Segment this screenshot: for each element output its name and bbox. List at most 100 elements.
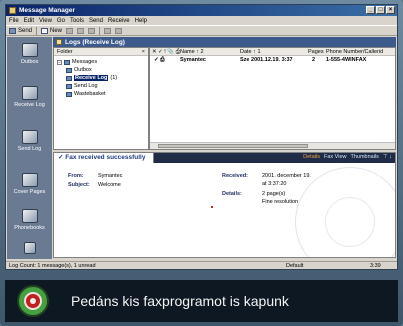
outlook-item-label: Cover Pages [13, 189, 46, 195]
subject-value: Welcome [98, 182, 121, 188]
caption-banner: Pedáns kis faxprogramot is kapunk [5, 280, 398, 322]
logs-header: Logs (Receive Log) [53, 37, 396, 47]
menu-tools[interactable]: Tools [70, 18, 84, 24]
outlook-item-phonebooks[interactable]: Phonebooks [7, 209, 52, 231]
details-label: Details: [222, 191, 242, 197]
folder-tree: − Messages Outbox Receive Log (1) Send L… [54, 56, 148, 98]
outlook-more-button[interactable] [7, 242, 52, 256]
from-label: From: [68, 173, 84, 179]
tree-item-label: Send Log [74, 83, 98, 89]
tree-item-label: Outbox [74, 67, 92, 73]
menu-file[interactable]: File [9, 18, 19, 24]
fax-icon: ✓ ⎙ [154, 57, 165, 63]
receive-log-folder-icon [66, 75, 72, 81]
watermark-circle [325, 197, 375, 247]
new-button[interactable]: New [41, 27, 63, 34]
marker-dot [211, 206, 213, 208]
details-resolution: Fine resolution [262, 199, 299, 205]
preview-title: ✓ Fax received successfully [54, 153, 155, 163]
tab-thumbnails[interactable]: Thumbnails [350, 154, 378, 160]
minimize-button[interactable]: _ [366, 6, 375, 14]
collapse-icon[interactable]: − [57, 59, 62, 65]
send-button-label: Send [18, 27, 33, 34]
unread-count: (1) [110, 75, 118, 81]
send-icon [9, 27, 16, 34]
tree-item-messages[interactable]: − Messages [57, 58, 148, 66]
scrollbar-thumb[interactable] [158, 144, 308, 148]
row-pages: 2 [312, 57, 316, 63]
tree-item-label: Messages [72, 59, 98, 65]
phonebooks-icon [21, 209, 38, 223]
menu-help[interactable]: Help [135, 18, 147, 24]
close-button[interactable]: × [386, 6, 395, 14]
folder-pane-header: Folder × [54, 48, 148, 56]
status-count: Log Count: 1 message(s), 1 unread [9, 263, 96, 269]
forward-icon[interactable] [77, 27, 85, 34]
received-label: Received: [222, 173, 248, 179]
properties-icon[interactable] [104, 27, 112, 34]
menu-receive[interactable]: Receive [108, 18, 130, 24]
delete-icon[interactable] [88, 27, 96, 34]
outlook-item-label: Receive Log [14, 102, 45, 108]
receive-log-icon [21, 86, 38, 100]
list-header: ✕ ✓ ! 📎 ⎙ Name ↑ 2 Date ↑ 1 Pages Phone … [150, 48, 395, 56]
help-icon[interactable] [115, 27, 123, 34]
tab-details[interactable]: Details [303, 154, 320, 160]
table-row[interactable]: ✓ ⎙ Symantec Sze 2001.12.19. 3:37 2 1-55… [150, 56, 395, 65]
app-window: Message Manager _ □ × File Edit View Go … [5, 4, 398, 270]
outlook-item-send-log[interactable]: Send Log [7, 130, 52, 152]
details-pages: 2 page(s) [262, 191, 286, 197]
send-log-icon [21, 130, 38, 144]
new-button-label: New [50, 27, 63, 34]
outlook-item-outbox[interactable]: Outbox [7, 43, 52, 65]
new-icon [41, 27, 49, 34]
tree-item-outbox[interactable]: Outbox [57, 66, 148, 74]
outlook-item-receive-log[interactable]: Receive Log [7, 86, 52, 108]
column-pages[interactable]: Pages [308, 49, 324, 55]
preview-title-text: Fax received successfully [65, 154, 146, 161]
outbox-folder-icon [66, 67, 72, 73]
menu-send[interactable]: Send [89, 18, 103, 24]
column-name-label: Name [180, 49, 195, 55]
print-icon[interactable] [66, 27, 74, 34]
menu-edit[interactable]: Edit [24, 18, 34, 24]
wastebasket-icon [66, 91, 72, 97]
send-button[interactable]: Send [9, 27, 33, 34]
toolbar-separator [36, 26, 38, 35]
caption-text: Pedáns kis faxprogramot is kapunk [71, 293, 289, 309]
window-title: Message Manager [19, 7, 75, 14]
menu-go[interactable]: Go [57, 18, 65, 24]
tree-item-wastebasket[interactable]: Wastebasket [57, 90, 148, 98]
tab-fax-view[interactable]: Fax View [324, 154, 347, 160]
outlook-bar: Outbox Receive Log Send Log Cover Pages … [7, 37, 52, 259]
messages-folder-icon [64, 59, 70, 65]
status-bar: Log Count: 1 message(s), 1 unread Defaul… [6, 261, 397, 269]
column-date[interactable]: Date ↑ 1 [240, 49, 261, 55]
tree-item-label: Receive Log [74, 75, 109, 81]
status-profile: Default [286, 263, 304, 269]
horizontal-scrollbar[interactable] [150, 142, 395, 149]
outlook-item-label: Outbox [20, 59, 39, 65]
maximize-button[interactable]: □ [376, 6, 385, 14]
row-phone: 1-555-4WINFAX [326, 57, 367, 63]
folder-pane: Folder × − Messages Outbox Receive Log (… [53, 47, 149, 150]
column-phone[interactable]: Phone Number/Callerid [326, 49, 383, 55]
tree-item-receive-log[interactable]: Receive Log (1) [57, 74, 148, 82]
folder-pane-close-button[interactable]: × [142, 49, 145, 55]
preview-header: ✓ Fax received successfully Details Fax … [54, 153, 395, 163]
pin-icon[interactable]: ⊤ ↓ [383, 154, 392, 160]
toolbar: Send New [6, 25, 397, 36]
preview-pane: ✓ Fax received successfully Details Fax … [53, 152, 396, 258]
column-icons[interactable]: ✕ ✓ ! 📎 ⎙ [152, 49, 180, 56]
column-date-label: Date [240, 49, 252, 55]
from-value: Symantec [98, 173, 123, 179]
subject-label: Subject: [68, 182, 90, 188]
column-name[interactable]: Name ↑ 2 [180, 49, 204, 55]
outlook-item-cover-pages[interactable]: Cover Pages [7, 173, 52, 195]
tree-item-send-log[interactable]: Send Log [57, 82, 148, 90]
received-time: at 3:37:20 [262, 181, 287, 187]
column-name-sort: 2 [200, 49, 204, 55]
outlook-item-label: Send Log [17, 146, 42, 152]
target-logo-icon [17, 285, 49, 317]
menu-view[interactable]: View [39, 18, 52, 24]
